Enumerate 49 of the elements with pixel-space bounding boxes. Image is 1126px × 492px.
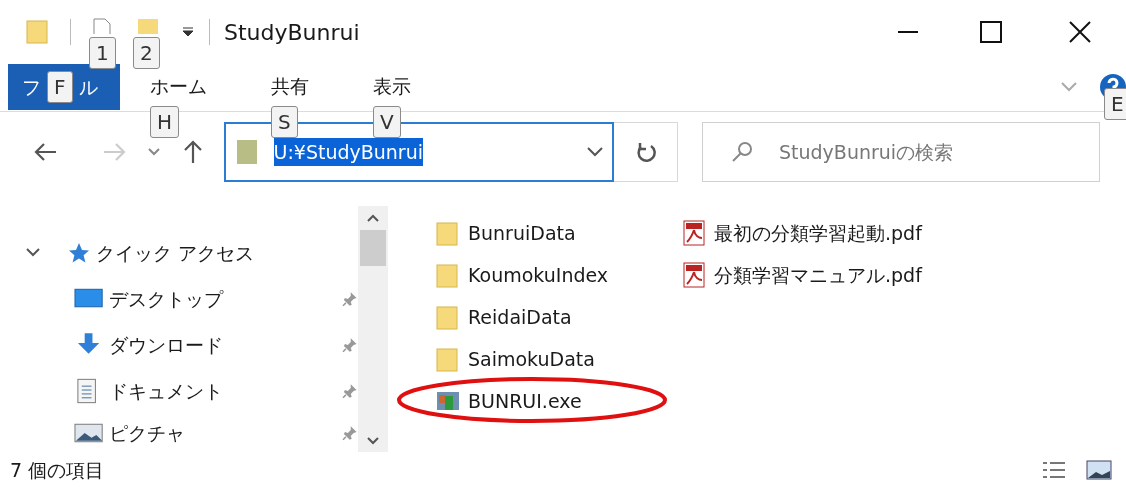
pin-icon[interactable]: [342, 425, 358, 441]
up-icon[interactable]: [182, 140, 204, 164]
pdf-icon[interactable]: [682, 262, 706, 288]
keytip: S: [271, 106, 298, 138]
window-title: StudyBunrui: [224, 18, 360, 47]
ribbon-tab[interactable]: 表示: [359, 68, 425, 104]
chevron-down-icon[interactable]: [586, 147, 603, 157]
scrollbar[interactable]: [358, 206, 388, 452]
scroll-thumb[interactable]: [360, 230, 386, 266]
status-text: 7 個の項目: [10, 457, 105, 483]
file-name[interactable]: ReidaiData: [468, 302, 572, 332]
file-name[interactable]: SaimokuData: [468, 344, 595, 374]
file-name[interactable]: 最初の分類学習起動.pdf: [714, 218, 922, 248]
details-view-icon[interactable]: [1041, 460, 1067, 480]
file-name[interactable]: KoumokuIndex: [468, 260, 609, 290]
nav-item[interactable]: ドキュメント: [0, 368, 358, 414]
pin-icon[interactable]: [342, 337, 358, 353]
keytip: 1: [89, 37, 116, 69]
pin-icon[interactable]: [342, 291, 358, 307]
keytip: 2: [133, 37, 160, 69]
keytip: V: [373, 106, 401, 138]
search-icon: [731, 141, 753, 163]
file-name[interactable]: 分類学習マニュアル.pdf: [714, 260, 922, 290]
ribbon-tab[interactable]: 共有: [257, 68, 323, 104]
ribbon-tab[interactable]: ホーム: [136, 68, 221, 104]
star-icon: [68, 242, 90, 264]
keytip: F: [47, 71, 73, 103]
back-icon[interactable]: [34, 141, 58, 163]
chevron-down-icon[interactable]: [148, 148, 160, 156]
close-icon[interactable]: [1068, 20, 1092, 44]
file-name[interactable]: BunruiData: [468, 218, 576, 248]
refresh-icon[interactable]: [635, 141, 656, 163]
dropdown-icon[interactable]: [181, 26, 195, 38]
placeholder: StudyBunruiの検索: [779, 139, 954, 165]
nav-item[interactable]: クイック アクセス: [0, 230, 358, 276]
pin-icon[interactable]: [342, 383, 358, 399]
chevron-down-icon[interactable]: [26, 248, 40, 258]
nav-item[interactable]: デスクトップ: [0, 276, 358, 322]
keytip: H: [150, 106, 180, 138]
ribbon-tab[interactable]: フ F ル: [8, 64, 120, 110]
pdf-icon[interactable]: [682, 220, 706, 246]
thumbnail-view-icon[interactable]: [1086, 460, 1112, 480]
nav-item[interactable]: ピクチャ: [0, 414, 358, 452]
folder-icon: [235, 138, 258, 166]
maximize-icon[interactable]: [980, 21, 1002, 43]
nav-item[interactable]: ダウンロード: [0, 322, 358, 368]
keytip: E: [1104, 88, 1126, 120]
address-text: U:¥StudyBunrui: [273, 137, 423, 167]
search-field[interactable]: StudyBunruiの検索: [702, 122, 1100, 182]
